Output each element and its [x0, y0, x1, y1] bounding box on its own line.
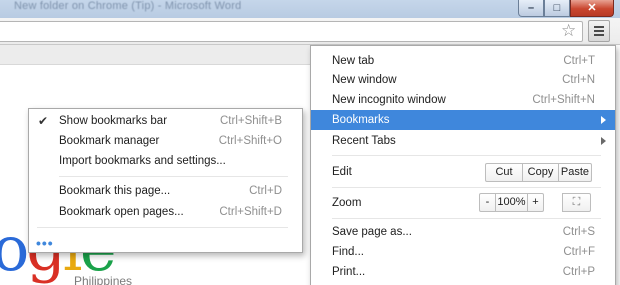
- submenu-arrow-icon: [601, 116, 606, 124]
- shortcut-label: Ctrl+P: [562, 266, 595, 278]
- menu-item-label: New incognito window: [332, 94, 446, 106]
- menu-item-new-window[interactable]: New window Ctrl+N: [311, 70, 615, 90]
- menu-item-save-page[interactable]: Save page as... Ctrl+S: [311, 222, 615, 242]
- menu-item-label: Bookmark this page...: [59, 185, 171, 197]
- menu-item-label: Find...: [332, 246, 364, 258]
- fullscreen-icon[interactable]: ⛶: [562, 193, 591, 212]
- menu-item-label: Bookmark manager: [59, 135, 160, 147]
- menu-item-bookmark-manager[interactable]: Bookmark manager Ctrl+Shift+O: [29, 131, 302, 151]
- copy-button[interactable]: Copy: [522, 163, 559, 182]
- cut-button[interactable]: Cut: [485, 163, 523, 182]
- shortcut-label: Ctrl+S: [562, 226, 595, 238]
- window-controls: – □ ✕: [518, 0, 614, 17]
- close-button[interactable]: ✕: [570, 0, 614, 17]
- menu-item-label: New tab: [332, 55, 375, 67]
- paste-button[interactable]: Paste: [558, 163, 592, 182]
- menu-item-new-tab[interactable]: New tab Ctrl+T: [311, 51, 615, 71]
- menu-item-label: Import bookmarks and settings...: [59, 155, 226, 167]
- menu-item-bookmarks[interactable]: Bookmarks: [311, 110, 615, 130]
- chrome-menu: New tab Ctrl+T New window Ctrl+N New inc…: [310, 45, 616, 285]
- edit-button-group: Cut Copy Paste: [485, 163, 592, 182]
- menu-item-label: Show bookmarks bar: [59, 115, 168, 127]
- shortcut-label: Ctrl+F: [563, 246, 595, 258]
- menu-item-label: Print...: [332, 266, 366, 278]
- zoom-level: 100%: [495, 193, 528, 212]
- close-icon: ✕: [587, 2, 597, 14]
- zoom-in-button[interactable]: +: [527, 193, 544, 212]
- zoom-out-button[interactable]: -: [479, 193, 496, 212]
- chrome-menu-button[interactable]: [588, 20, 610, 42]
- menu-item-label: Bookmarks: [332, 114, 390, 126]
- menu-item-bookmark-this-page[interactable]: Bookmark this page... Ctrl+D: [29, 181, 302, 201]
- menu-item-label: Edit: [332, 166, 352, 178]
- menu-separator: [37, 227, 288, 228]
- maximize-button[interactable]: □: [544, 0, 570, 17]
- title-bar: New folder on Chrome (Tip) - Microsoft W…: [0, 0, 620, 18]
- window-title: New folder on Chrome (Tip) - Microsoft W…: [14, 0, 242, 12]
- maximize-icon: □: [553, 2, 561, 14]
- shortcut-label: Ctrl+Shift+B: [220, 115, 282, 127]
- fullscreen-group: ⛶: [562, 193, 591, 212]
- menu-separator: [332, 155, 601, 156]
- shortcut-label: Ctrl+Shift+N: [532, 94, 595, 106]
- minimize-icon: –: [527, 2, 535, 14]
- menu-item-find[interactable]: Find... Ctrl+F: [311, 242, 615, 262]
- menu-item-import-bookmarks[interactable]: Import bookmarks and settings...: [29, 151, 302, 171]
- more-bookmarks-icon[interactable]: •••: [36, 236, 54, 250]
- checkmark-icon: ✔: [38, 114, 49, 128]
- minimize-button[interactable]: –: [518, 0, 544, 17]
- menu-item-label: New window: [332, 74, 397, 86]
- shortcut-label: Ctrl+Shift+D: [219, 206, 282, 218]
- browser-toolbar: ☆: [0, 18, 620, 45]
- shortcut-label: Ctrl+N: [562, 74, 595, 86]
- menu-item-show-bookmarks-bar[interactable]: ✔ Show bookmarks bar Ctrl+Shift+B: [29, 111, 302, 131]
- menu-item-print[interactable]: Print... Ctrl+P: [311, 262, 615, 282]
- menu-separator: [332, 187, 601, 188]
- menu-item-label: Bookmark open pages...: [59, 206, 184, 218]
- logo-region: Philippines: [74, 274, 133, 285]
- menu-item-label: Recent Tabs: [332, 135, 396, 147]
- menu-item-recent-tabs[interactable]: Recent Tabs: [311, 131, 615, 151]
- bookmarks-submenu: ✔ Show bookmarks bar Ctrl+Shift+B Bookma…: [28, 108, 303, 253]
- star-icon[interactable]: ☆: [561, 22, 576, 39]
- shortcut-label: Ctrl+T: [563, 55, 595, 67]
- submenu-arrow-icon: [601, 137, 606, 145]
- hamburger-icon: [594, 26, 604, 28]
- bookmarks-bar: [0, 45, 310, 65]
- zoom-controls: - 100% +: [479, 193, 544, 212]
- menu-separator: [332, 218, 601, 219]
- menu-item-label: Zoom: [332, 197, 362, 209]
- shortcut-label: Ctrl+Shift+O: [218, 135, 282, 147]
- shortcut-label: Ctrl+D: [249, 185, 282, 197]
- menu-separator: [59, 176, 288, 177]
- menu-item-bookmark-open-pages[interactable]: Bookmark open pages... Ctrl+Shift+D: [29, 202, 302, 222]
- menu-item-new-incognito[interactable]: New incognito window Ctrl+Shift+N: [311, 90, 615, 110]
- address-bar[interactable]: [0, 21, 583, 42]
- menu-item-label: Save page as...: [332, 226, 412, 238]
